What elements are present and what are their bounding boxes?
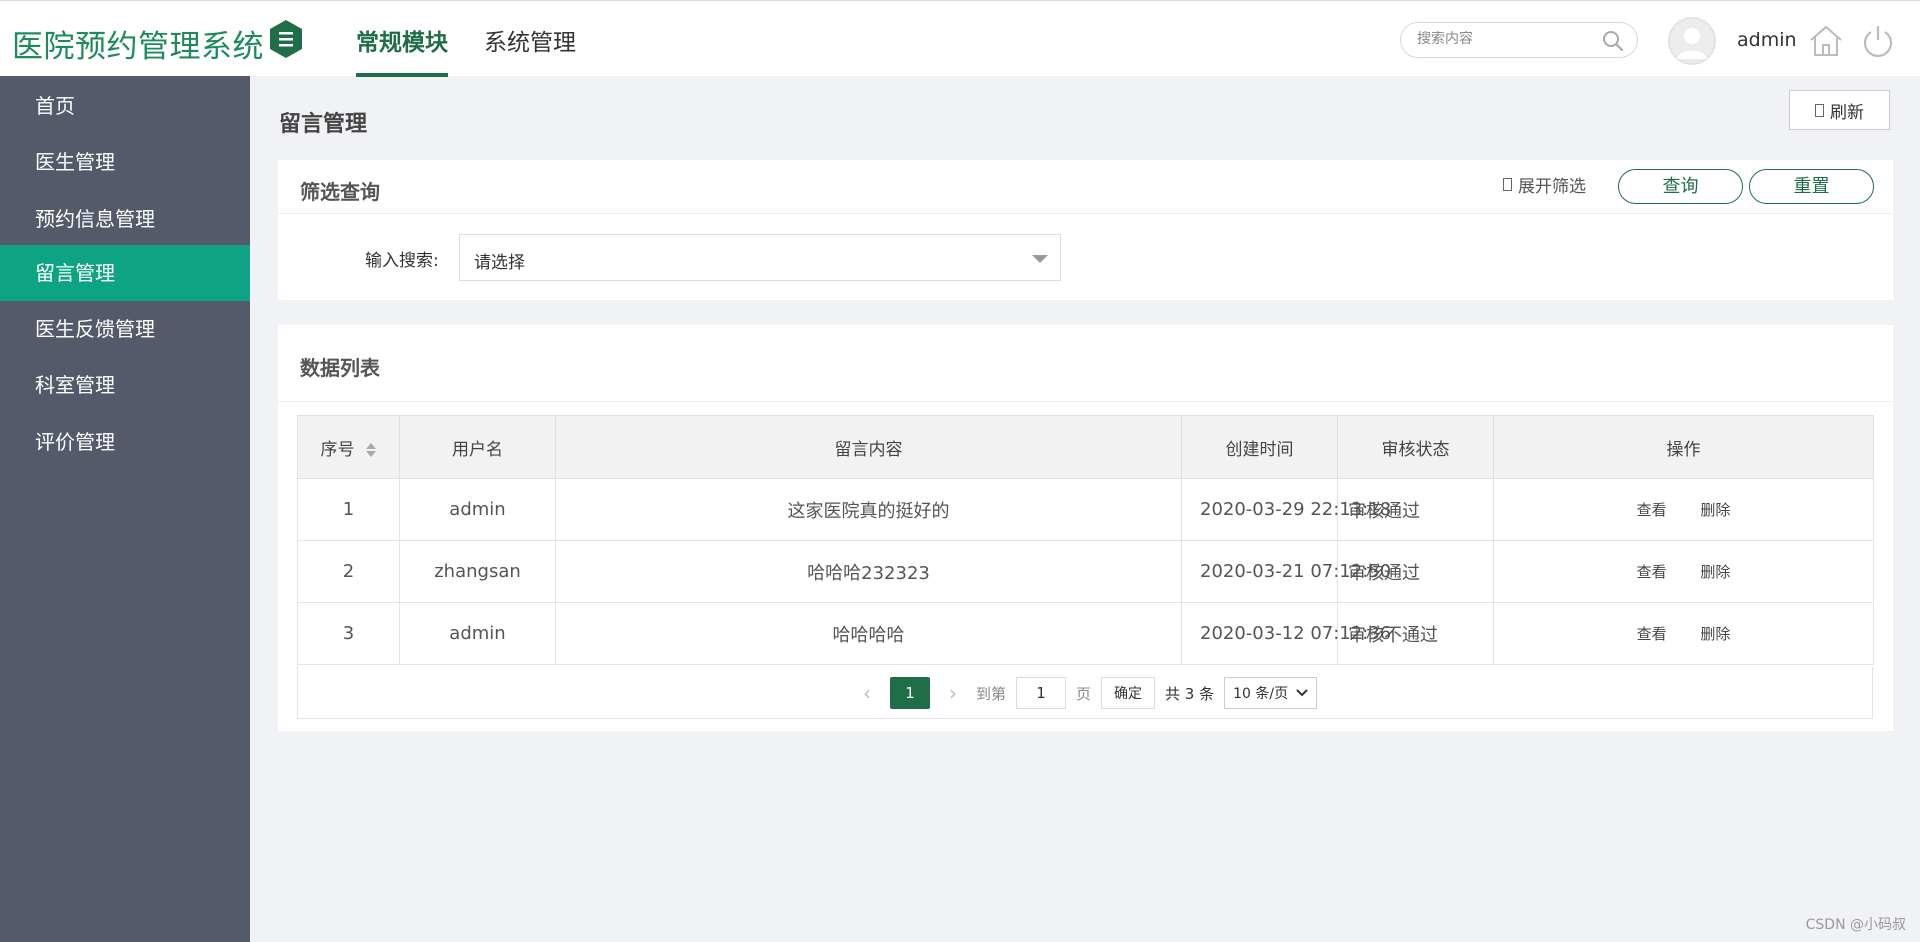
filter-select-value: 请选择 (474, 253, 525, 273)
view-button[interactable]: 查看 (1637, 501, 1667, 519)
sidebar-item-home[interactable]: 首页 (0, 78, 250, 134)
tab-system-management[interactable]: 系统管理 (484, 23, 576, 77)
watermark: CSDN @小码叔 (1805, 917, 1906, 933)
cell-status: 审核通过 (1337, 540, 1494, 603)
column-header-actions: 操作 (1493, 415, 1874, 479)
cell-actions: 查看 删除 (1493, 602, 1874, 665)
view-button[interactable]: 查看 (1637, 625, 1667, 643)
search-label: 输入搜索: (365, 251, 439, 271)
cell-content: 这家医院真的挺好的 (555, 478, 1182, 541)
tab-general-module[interactable]: 常规模块 (356, 23, 448, 77)
expand-filter-label: 展开筛选 (1518, 177, 1586, 197)
cell-content: 哈哈哈哈 (555, 602, 1182, 665)
page-size-select[interactable]: 10 条/页 (1224, 677, 1318, 709)
refresh-button[interactable]: 刷新 (1789, 90, 1890, 130)
delete-button[interactable]: 删除 (1700, 563, 1730, 581)
sidebar-item-doctors[interactable]: 医生管理 (0, 134, 250, 190)
menu-hex-icon[interactable] (268, 19, 304, 59)
power-icon[interactable] (1860, 23, 1896, 59)
column-header-content: 留言内容 (555, 415, 1182, 479)
sidebar-item-doctor-feedback[interactable]: 医生反馈管理 (0, 301, 250, 357)
search-icon[interactable] (1601, 29, 1625, 53)
filter-divider (278, 213, 1893, 214)
cell-created: 2020-03-21 07:12:50 (1181, 540, 1391, 603)
next-page-icon[interactable]: › (940, 677, 966, 709)
current-page[interactable]: 1 (890, 677, 930, 709)
cell-created: 2020-03-12 07:12:36 (1181, 602, 1391, 665)
cell-username: admin (399, 478, 556, 541)
page-title: 留言管理 (279, 112, 368, 137)
delete-button[interactable]: 删除 (1700, 501, 1730, 519)
table-row: 1 admin 这家医院真的挺好的 2020-03-29 22:13:18 审核… (297, 478, 1874, 541)
home-icon[interactable] (1808, 23, 1844, 59)
table-row: 3 admin 哈哈哈哈 2020-03-12 07:12:36 审核不通过 查… (297, 602, 1874, 665)
search-box (1400, 22, 1638, 58)
cell-actions: 查看 删除 (1493, 540, 1874, 603)
cell-username: zhangsan (399, 540, 556, 603)
username[interactable]: admin (1737, 29, 1797, 51)
goto-prefix: 到第 (976, 684, 1007, 703)
reset-button[interactable]: 重置 (1749, 169, 1874, 204)
view-button[interactable]: 查看 (1637, 563, 1667, 581)
search-input[interactable] (1417, 31, 1597, 47)
sidebar-item-appointments[interactable]: 预约信息管理 (0, 191, 250, 247)
pagination-row: ‹ 1 › 到第 页 确定 共 3 条 10 条/页 (297, 667, 1873, 719)
expand-icon (1503, 178, 1512, 191)
cell-index: 1 (297, 478, 400, 541)
refresh-icon (1815, 103, 1824, 117)
cell-created: 2020-03-29 22:13:18 (1181, 478, 1391, 541)
prev-page-icon[interactable]: ‹ (854, 677, 880, 709)
delete-button[interactable]: 删除 (1700, 625, 1730, 643)
page-size-value: 10 条/页 (1233, 686, 1289, 702)
cell-index: 2 (297, 540, 400, 603)
filter-select[interactable]: 请选择 (459, 234, 1061, 281)
column-header-index[interactable]: 序号 (297, 415, 400, 479)
sidebar-item-departments[interactable]: 科室管理 (0, 357, 250, 413)
data-list-divider (278, 401, 1893, 402)
goto-suffix: 页 (1076, 684, 1092, 703)
query-button[interactable]: 查询 (1618, 169, 1743, 204)
pagination: ‹ 1 › 到第 页 确定 共 3 条 10 条/页 (854, 677, 1318, 709)
app-title: 医院预约管理系统 (12, 29, 264, 65)
user-avatar-icon[interactable] (1668, 17, 1716, 65)
cell-status: 审核通过 (1337, 478, 1494, 541)
data-list-title: 数据列表 (300, 356, 380, 380)
chevron-down-icon (1296, 689, 1308, 697)
sidebar-item-reviews[interactable]: 评价管理 (0, 414, 250, 470)
sidebar: 首页 医生管理 预约信息管理 留言管理 医生反馈管理 科室管理 评价管理 (0, 76, 250, 942)
table-row: 2 zhangsan 哈哈哈232323 2020-03-21 07:12:50… (297, 540, 1874, 603)
cell-actions: 查看 删除 (1493, 478, 1874, 541)
column-header-username: 用户名 (399, 415, 556, 479)
data-table: 序号 用户名 留言内容 创建时间 审核状态 操作 1 admin 这家医院真的挺… (297, 415, 1874, 665)
column-header-status: 审核状态 (1337, 415, 1494, 479)
top-header: 医院预约管理系统 常规模块 系统管理 admin (0, 0, 1920, 77)
goto-confirm-button[interactable]: 确定 (1101, 677, 1156, 709)
cell-status: 审核不通过 (1337, 602, 1494, 665)
cell-username: admin (399, 602, 556, 665)
column-header-created: 创建时间 (1181, 415, 1338, 479)
expand-filter-link[interactable]: 展开筛选 (1503, 172, 1586, 197)
chevron-down-icon (1032, 255, 1048, 263)
sidebar-item-messages[interactable]: 留言管理 (0, 245, 250, 301)
table-header-row: 序号 用户名 留言内容 创建时间 审核状态 操作 (297, 415, 1874, 479)
sort-icon[interactable] (365, 442, 377, 458)
filter-panel-title: 筛选查询 (300, 180, 380, 204)
refresh-label: 刷新 (1830, 102, 1864, 123)
cell-index: 3 (297, 602, 400, 665)
cell-content: 哈哈哈232323 (555, 540, 1182, 603)
total-count: 共 3 条 (1165, 684, 1215, 703)
goto-page-input[interactable] (1016, 677, 1067, 709)
